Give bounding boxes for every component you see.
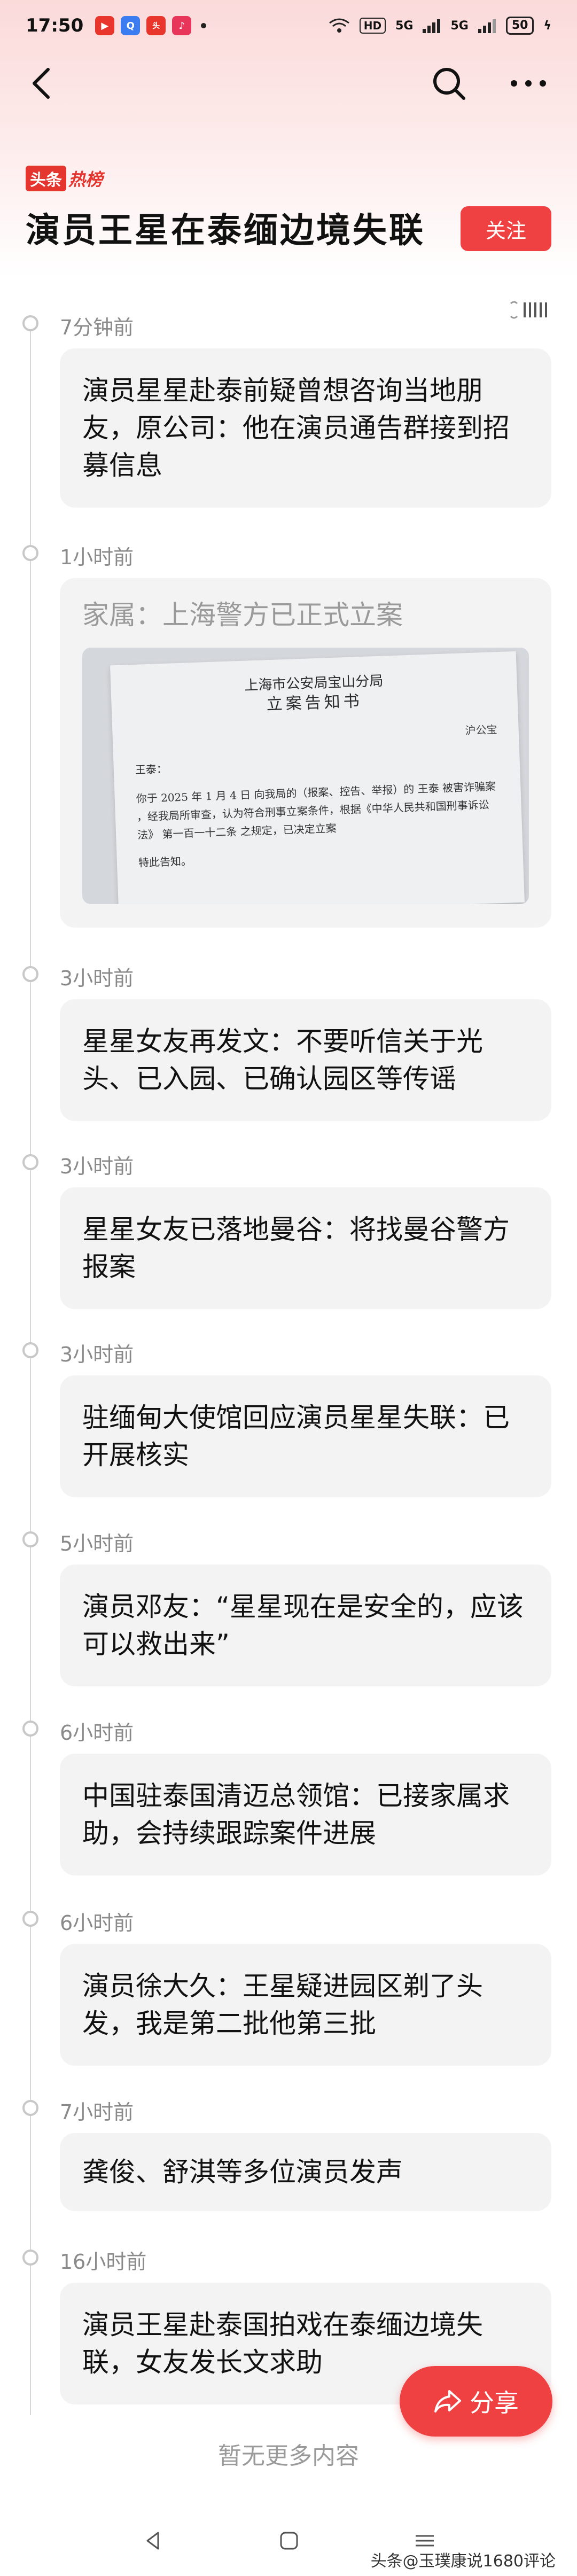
timeline-dot (22, 545, 38, 561)
news-app-icon: 头 (146, 16, 166, 35)
share-label: 分享 (470, 2388, 519, 2417)
status-indicators: HD 5G 5G 50 ϟ (329, 17, 551, 35)
search-app-icon: Q (121, 16, 141, 35)
entry-time: 16小时前 (60, 2250, 147, 2274)
entry-time: 7分钟前 (60, 316, 134, 339)
news-card[interactable]: 家属：上海警方已正式立案 上海市公安局宝山分局 立案告知书 沪公宝 王泰： 你于… (60, 578, 551, 928)
system-home-icon[interactable] (276, 2527, 302, 2554)
battery-icon: 50 (505, 17, 534, 35)
notice-document: 上海市公安局宝山分局 立案告知书 沪公宝 王泰： 你于 2025 年 1 月 4… (110, 651, 525, 904)
entry-time: 3小时前 (60, 1155, 134, 1178)
card-text: 星星女友已落地曼谷：将找曼谷警方报案 (82, 1214, 510, 1282)
timeline-dot (22, 2100, 38, 2116)
timeline-dot (22, 966, 38, 982)
back-icon[interactable] (21, 62, 64, 105)
entry-time: 6小时前 (60, 1911, 134, 1935)
card-text: 家属：上海警方已正式立案 (82, 600, 403, 631)
no-more-text: 暂无更多内容 (218, 2442, 359, 2470)
card-text: 演员邓友：“星星现在是安全的，应该可以救出来” (82, 1591, 524, 1660)
timeline-toggle-icon[interactable] (509, 299, 551, 321)
card-text: 中国驻泰国清迈总领馆：已接家属求助，会持续跟踪案件进展 (82, 1780, 510, 1849)
news-card[interactable]: 星星女友已落地曼谷：将找曼谷警方报案 (60, 1187, 551, 1309)
document-tail: 特此告知。 (138, 854, 192, 869)
nav-bar (0, 51, 577, 115)
system-back-icon[interactable] (140, 2527, 167, 2554)
news-card[interactable]: 龚俊、舒淇等多位演员发声 (60, 2133, 551, 2211)
timeline-dot (22, 1154, 38, 1170)
timeline-dot (22, 1531, 38, 1547)
share-icon (434, 2390, 461, 2412)
timeline-dot (22, 315, 38, 331)
news-card[interactable]: 演员邓友：“星星现在是安全的，应该可以救出来” (60, 1565, 551, 1686)
status-bar: 17:50 ▶ Q 头 ♪ HD 5G 5G 50 ϟ (0, 0, 577, 51)
hd-badge: HD (359, 18, 386, 34)
news-card[interactable]: 驻缅甸大使馆回应演员星星失联：已开展核实 (60, 1375, 551, 1497)
timeline-dot (22, 1911, 38, 1927)
news-card[interactable]: 中国驻泰国清迈总领馆：已接家属求助，会持续跟踪案件进展 (60, 1754, 551, 1875)
card-text: 演员徐大久：王星疑进园区剃了头发，我是第二批他第三批 (82, 1971, 483, 2039)
entry-time: 7小时前 (60, 2100, 134, 2124)
entry-time: 1小时前 (60, 546, 134, 569)
wifi-icon (329, 18, 349, 33)
status-time: 17:50 (26, 15, 84, 36)
news-card[interactable]: 演员徐大久：王星疑进园区剃了头发，我是第二批他第三批 (60, 1944, 551, 2066)
card-text: 演员星星赴泰前疑曾想咨询当地朋友，原公司：他在演员通告群接到招募信息 (82, 375, 510, 481)
follow-button[interactable]: 关注 (461, 206, 551, 251)
badge-text: 热榜 (68, 169, 103, 190)
timeline-dot (22, 1342, 38, 1358)
more-icon[interactable] (504, 62, 552, 105)
document-photo[interactable]: 上海市公安局宝山分局 立案告知书 沪公宝 王泰： 你于 2025 年 1 月 4… (82, 648, 529, 904)
timeline-dot (22, 1721, 38, 1737)
badge-box: 头条 (26, 166, 66, 191)
card-text: 星星女友再发文：不要听信关于光头、已入园、已确认园区等传谣 (82, 1026, 483, 1094)
document-body: 你于 2025 年 1 月 4 日 向我局的（报案、控告、举报）的 王泰 被害诈… (136, 780, 496, 842)
signal-1-icon (423, 19, 441, 33)
news-card[interactable]: 星星女友再发文：不要听信关于光头、已入园、已确认园区等传谣 (60, 999, 551, 1121)
entry-time: 3小时前 (60, 1343, 134, 1366)
entry-time: 3小时前 (60, 967, 134, 990)
card-text: 龚俊、舒淇等多位演员发声 (82, 2157, 403, 2188)
watermark: 头条@玉璞康说1680评论 (370, 2552, 556, 2571)
card-text: 驻缅甸大使馆回应演员星星失联：已开展核实 (82, 1402, 510, 1470)
signal-2-icon (478, 19, 496, 33)
entry-time: 5小时前 (60, 1532, 134, 1555)
share-button[interactable]: 分享 (400, 2366, 552, 2437)
search-icon[interactable] (427, 62, 470, 105)
signal-1-label: 5G (395, 19, 414, 33)
video-app-icon: ▶ (95, 16, 115, 35)
timeline-dot (22, 2250, 38, 2266)
hot-list-badge: 头条 热榜 (26, 166, 103, 191)
charging-icon: ϟ (543, 19, 551, 33)
signal-2-label: 5G (450, 19, 469, 33)
news-card[interactable]: 演员星星赴泰前疑曾想咨询当地朋友，原公司：他在演员通告群接到招募信息 (60, 348, 551, 508)
entry-time: 6小时前 (60, 1721, 134, 1745)
page-title: 演员王星在泰缅边境失联 (26, 211, 425, 251)
notification-dot-icon (201, 23, 207, 28)
music-app-icon: ♪ (172, 16, 192, 35)
